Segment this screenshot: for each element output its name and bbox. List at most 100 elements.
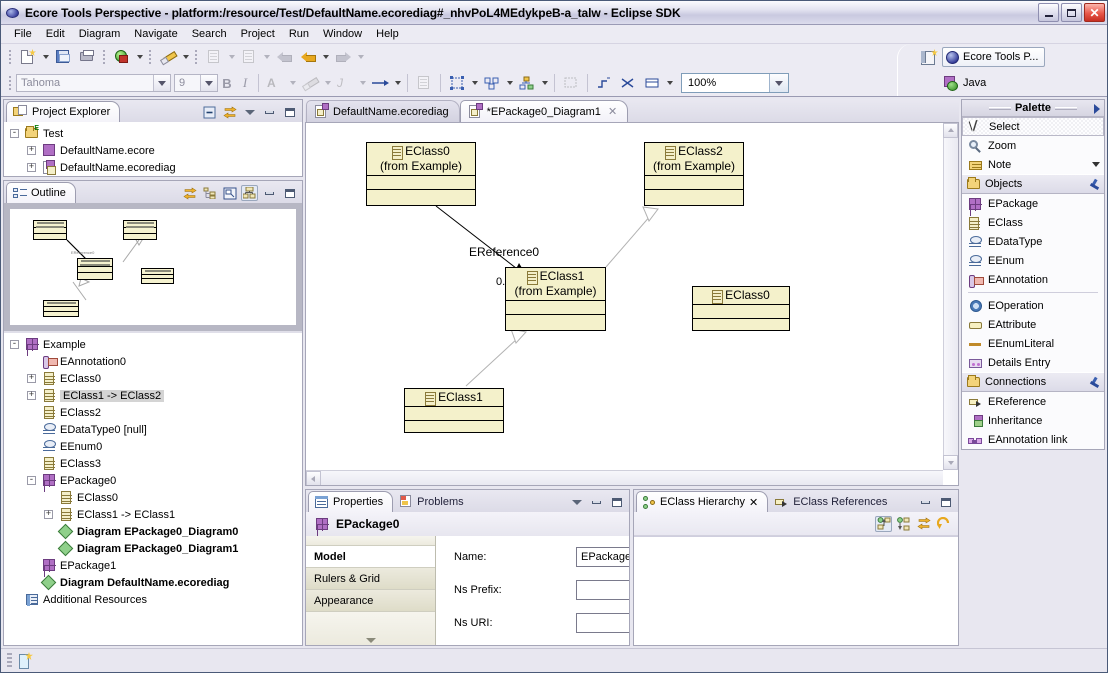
ptab-rulers-grid[interactable]: Rulers & Grid bbox=[306, 568, 435, 590]
ptab-appearance[interactable]: Appearance bbox=[306, 590, 435, 612]
diagram-node[interactable]: EClass2 (from Example) bbox=[644, 142, 744, 206]
palette-group-objects[interactable]: Objects bbox=[962, 174, 1104, 194]
menu-file[interactable]: File bbox=[7, 27, 39, 41]
tree-row[interactable]: - EPackage0 bbox=[8, 472, 302, 489]
minimize-properties-icon[interactable] bbox=[588, 494, 605, 510]
maximize-hierarchy-icon[interactable] bbox=[937, 494, 954, 510]
diagram-node[interactable]: EClass0 bbox=[692, 286, 790, 331]
diagram-hscrollbar[interactable] bbox=[306, 470, 943, 485]
minimize-hierarchy-icon[interactable] bbox=[917, 494, 934, 510]
collapse-all-icon[interactable] bbox=[201, 104, 218, 120]
expand-icon[interactable]: + bbox=[42, 508, 55, 521]
menu-window[interactable]: Window bbox=[316, 27, 369, 41]
tree-row[interactable]: + EClass1 -> EClass1 bbox=[8, 506, 302, 523]
diagram-node[interactable]: EClass1 bbox=[404, 388, 504, 433]
format-toolbar-grip[interactable] bbox=[7, 74, 14, 92]
outline-thumbnail-icon[interactable] bbox=[241, 185, 258, 201]
palette-item-edatatype[interactable]: EDataType bbox=[962, 232, 1104, 251]
maximize-outline-icon[interactable] bbox=[281, 185, 298, 201]
palette-tool-zoom[interactable]: Zoom bbox=[962, 136, 1104, 155]
font-size-combo[interactable]: 9 bbox=[174, 74, 218, 92]
palette-item-eannotation[interactable]: EAnnotation bbox=[962, 270, 1104, 289]
zoom-chevron-down-icon[interactable] bbox=[769, 74, 788, 92]
align-button[interactable] bbox=[480, 72, 504, 94]
quick-fix-button[interactable] bbox=[156, 46, 180, 68]
tree-row[interactable]: EPackage1 bbox=[8, 557, 302, 574]
tree-row[interactable]: + EClass0 bbox=[8, 370, 302, 387]
save-button[interactable] bbox=[51, 46, 75, 68]
tree-row[interactable]: EAnnotation0 bbox=[8, 353, 302, 370]
menu-run[interactable]: Run bbox=[282, 27, 316, 41]
close-icon[interactable]: ✕ bbox=[608, 105, 617, 118]
node-operations-compartment[interactable] bbox=[645, 190, 743, 204]
line-style-button[interactable] bbox=[368, 72, 392, 94]
tree-row[interactable]: EEnum0 bbox=[8, 438, 302, 455]
print-button[interactable] bbox=[75, 46, 99, 68]
show-compartment-button[interactable] bbox=[640, 72, 664, 94]
tab-properties[interactable]: Properties bbox=[308, 491, 394, 512]
palette-item-eattribute[interactable]: EAttribute bbox=[962, 315, 1104, 334]
menu-edit[interactable]: Edit bbox=[39, 27, 72, 41]
ptab-model[interactable]: Model bbox=[306, 546, 435, 568]
back-dropdown-icon[interactable] bbox=[320, 46, 331, 68]
tree-row[interactable]: - Example bbox=[8, 336, 302, 353]
tree-row[interactable]: + DefaultName.ecorediag bbox=[8, 159, 302, 176]
tree-row[interactable]: EClass3 bbox=[8, 455, 302, 472]
route-rectilinear-button[interactable] bbox=[616, 72, 640, 94]
link-with-editor-icon[interactable] bbox=[221, 104, 238, 120]
tree-row[interactable]: + EClass1 -> EClass2 bbox=[8, 387, 302, 404]
font-name-combo[interactable]: Tahoma bbox=[16, 74, 171, 92]
menu-diagram[interactable]: Diagram bbox=[72, 27, 128, 41]
node-operations-compartment[interactable] bbox=[405, 421, 503, 435]
palette-item-details-entry[interactable]: Details Entry bbox=[962, 353, 1104, 372]
palette-item-ereference[interactable]: EReference bbox=[962, 392, 1104, 411]
menu-project[interactable]: Project bbox=[234, 27, 282, 41]
toolbar-grip-4[interactable] bbox=[193, 48, 200, 66]
toolbar-grip-3[interactable] bbox=[147, 48, 154, 66]
node-attributes-compartment[interactable] bbox=[693, 305, 789, 319]
layout-dropdown-icon[interactable] bbox=[539, 72, 550, 94]
tree-row[interactable]: EClass0 bbox=[8, 489, 302, 506]
node-attributes-compartment[interactable] bbox=[405, 407, 503, 421]
tab-project-explorer[interactable]: Project Explorer bbox=[6, 101, 121, 122]
palette-item-inheritance[interactable]: Inheritance bbox=[962, 411, 1104, 430]
maximize-view-icon[interactable] bbox=[281, 104, 298, 120]
select-all-button[interactable] bbox=[445, 72, 469, 94]
node-attributes-compartment[interactable] bbox=[506, 301, 605, 315]
palette-item-eclass[interactable]: EClass bbox=[962, 213, 1104, 232]
tree-row[interactable]: Diagram DefaultName.ecorediag bbox=[8, 574, 302, 591]
zoom-combo[interactable]: 100% bbox=[681, 73, 789, 93]
collapse-icon[interactable]: - bbox=[8, 338, 21, 351]
bold-button[interactable]: B bbox=[218, 76, 236, 91]
chevron-down-icon[interactable] bbox=[1092, 162, 1100, 167]
status-new-icon[interactable] bbox=[18, 653, 32, 669]
diagram-node[interactable]: EClass1 (from Example) bbox=[505, 267, 606, 331]
select-all-dropdown-icon[interactable] bbox=[469, 72, 480, 94]
palette-item-eoperation[interactable]: EOperation bbox=[962, 296, 1104, 315]
tree-row[interactable]: EDataType0 [null] bbox=[8, 421, 302, 438]
outline-thumbnail-panel[interactable]: EReference0 bbox=[4, 203, 302, 331]
expand-icon[interactable]: + bbox=[25, 372, 38, 385]
show-supertypes-icon[interactable] bbox=[875, 515, 892, 532]
new-button[interactable] bbox=[16, 46, 40, 68]
menu-search[interactable]: Search bbox=[185, 27, 234, 41]
palette-tool-select[interactable]: Select bbox=[962, 117, 1104, 136]
expand-icon[interactable]: + bbox=[25, 389, 38, 402]
font-name-chevron-down-icon[interactable] bbox=[153, 75, 170, 91]
maximize-button[interactable] bbox=[1061, 3, 1082, 22]
run-dropdown-icon[interactable] bbox=[134, 46, 145, 68]
palette-pin-icon[interactable] bbox=[1094, 104, 1100, 114]
open-perspective-icon[interactable] bbox=[921, 49, 938, 65]
tab-eclass-hierarchy[interactable]: EClass Hierarchy ✕ bbox=[636, 491, 769, 512]
name-input[interactable] bbox=[576, 546, 629, 567]
show-compartment-dropdown-icon[interactable] bbox=[664, 72, 675, 94]
minimize-view-icon[interactable] bbox=[261, 104, 278, 120]
properties-tabs-scroll-down[interactable] bbox=[306, 612, 435, 645]
maximize-properties-icon[interactable] bbox=[608, 494, 625, 510]
quick-fix-dropdown-icon[interactable] bbox=[180, 46, 191, 68]
collapse-icon[interactable]: - bbox=[25, 474, 38, 487]
node-operations-compartment[interactable] bbox=[506, 315, 605, 329]
new-dropdown-icon[interactable] bbox=[40, 46, 51, 68]
node-attributes-compartment[interactable] bbox=[645, 176, 743, 190]
close-button[interactable]: ✕ bbox=[1084, 3, 1105, 22]
